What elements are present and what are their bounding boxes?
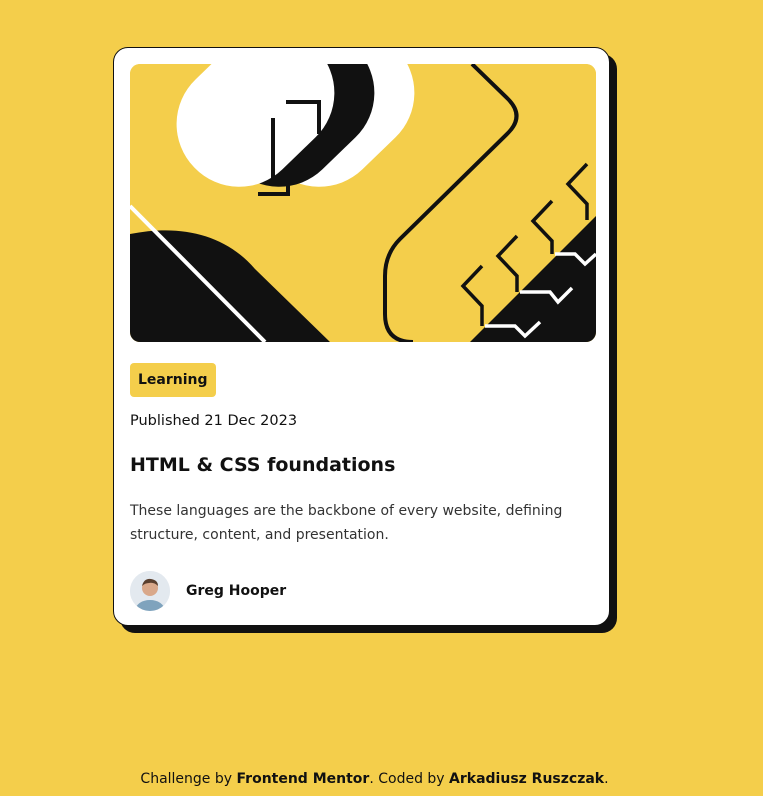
avatar-icon bbox=[130, 571, 170, 611]
footer-suffix: . bbox=[604, 771, 609, 787]
author-name: Greg Hooper bbox=[186, 583, 287, 599]
category-tag: Learning bbox=[130, 363, 216, 397]
attribution-footer: Challenge by Frontend Mentor. Coded by A… bbox=[0, 771, 749, 787]
published-date: Published 21 Dec 2023 bbox=[130, 413, 298, 429]
footer-middle: . Coded by bbox=[369, 771, 450, 787]
coder-link[interactable]: Arkadiusz Ruszczak bbox=[449, 771, 604, 787]
footer-prefix: Challenge by bbox=[140, 771, 237, 787]
illustration-icon bbox=[130, 64, 596, 342]
author-info: Greg Hooper bbox=[130, 571, 286, 611]
article-description: These languages are the backbone of ever… bbox=[130, 503, 563, 543]
author-avatar bbox=[130, 571, 170, 611]
article-title[interactable]: HTML & CSS foundations bbox=[130, 454, 395, 476]
frontend-mentor-link[interactable]: Frontend Mentor bbox=[237, 771, 370, 787]
blog-illustration bbox=[130, 64, 596, 342]
blog-preview-card: Learning Published 21 Dec 2023 HTML & CS… bbox=[113, 47, 610, 626]
